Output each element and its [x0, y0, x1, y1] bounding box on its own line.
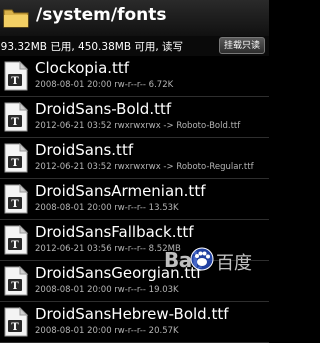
svg-text:T: T	[11, 240, 19, 251]
file-row[interactable]: T DroidSans.ttf 2012-06-21 03:52 rwxrwxrwx…	[0, 138, 269, 179]
svg-text:T: T	[11, 199, 19, 210]
svg-text:T: T	[11, 117, 19, 128]
file-row[interactable]: T DroidSansHebrew-Bold.ttf 2008-08-01 20:0…	[0, 302, 269, 343]
title-bar: /system/fonts	[0, 0, 269, 37]
storage-status-bar: 193.32MB 已用, 450.38MB 可用, 读写 挂载只读	[0, 36, 269, 56]
file-meta: 2012-06-21 03:52 rwxrwxrwx -> Roboto-Reg…	[35, 162, 254, 172]
baidu-watermark: Bai 百度	[164, 246, 264, 274]
file-meta: 2012-06-21 03:52 rwxrwxrwx -> Roboto-Bol…	[35, 121, 241, 131]
svg-text:T: T	[11, 322, 19, 333]
file-name: DroidSansFallback.ttf	[35, 223, 194, 241]
file-meta: 2012-06-21 03:56 rw-r--r-- 8.52MB	[35, 244, 181, 254]
file-name: Clockopia.ttf	[35, 59, 130, 77]
file-meta: 2008-08-01 20:00 rw-r--r-- 6.72K	[35, 80, 174, 90]
current-path: /system/fonts	[36, 5, 167, 25]
svg-text:T: T	[11, 281, 19, 292]
file-name: DroidSansArmenian.ttf	[35, 182, 206, 200]
file-meta: 2008-08-01 20:00 rw-r--r-- 13.53K	[35, 203, 179, 213]
file-name: DroidSans-Bold.ttf	[35, 100, 172, 118]
mount-readonly-button[interactable]: 挂载只读	[219, 37, 265, 54]
font-file-icon: T	[2, 183, 30, 214]
font-file-icon: T	[2, 101, 30, 132]
watermark-text-right: 百度	[216, 253, 252, 274]
font-file-icon: T	[2, 142, 30, 173]
file-name: DroidSansHebrew-Bold.ttf	[35, 305, 229, 323]
file-row[interactable]: T DroidSans-Bold.ttf 2012-06-21 03:52 rwxr…	[0, 97, 269, 138]
file-name: DroidSans.ttf	[35, 141, 134, 159]
folder-icon[interactable]	[3, 5, 29, 29]
storage-info: 193.32MB 已用, 450.38MB 可用, 读写	[0, 41, 184, 53]
file-meta: 2008-08-01 20:00 rw-r--r-- 20.57K	[35, 326, 179, 336]
font-file-icon: T	[2, 224, 30, 255]
baidu-paw-icon	[190, 247, 214, 271]
svg-text:T: T	[11, 158, 19, 169]
font-file-icon: T	[2, 306, 30, 337]
file-row[interactable]: T Clockopia.ttf 2008-08-01 20:00 rw-r--r--…	[0, 56, 269, 97]
font-file-icon: T	[2, 60, 30, 91]
font-file-icon: T	[2, 265, 30, 296]
file-meta: 2008-08-01 20:00 rw-r--r-- 19.03K	[35, 285, 179, 295]
svg-text:T: T	[11, 76, 19, 87]
file-row[interactable]: T DroidSansArmenian.ttf 2008-08-01 20:00 r…	[0, 179, 269, 220]
file-list: T Clockopia.ttf 2008-08-01 20:00 rw-r--r--…	[0, 56, 269, 343]
